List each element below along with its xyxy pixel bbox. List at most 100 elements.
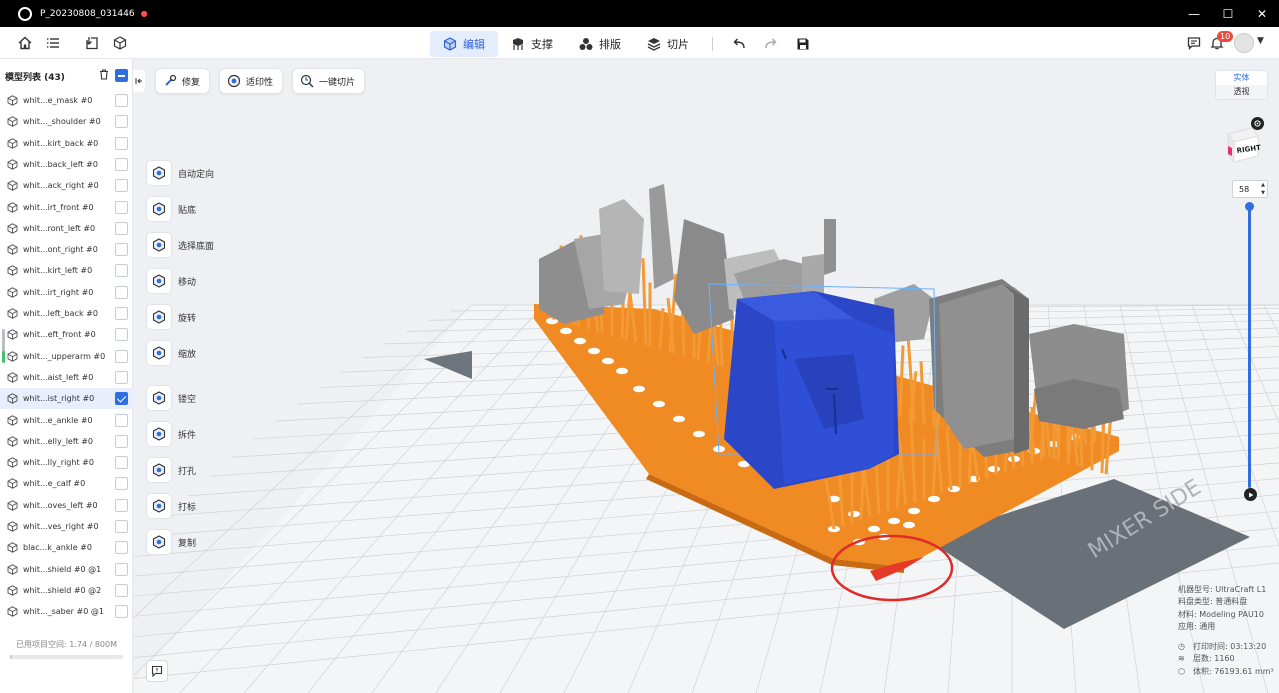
undo-button[interactable] <box>727 32 751 56</box>
tab-edit[interactable]: 编辑 <box>430 31 498 57</box>
close-button[interactable]: ✕ <box>1245 0 1279 27</box>
model-list-item[interactable]: whit...irt_front #0 <box>0 197 133 218</box>
layer-input[interactable]: 58 ▲ ▼ <box>1232 180 1268 198</box>
printability-button[interactable]: 适印性 <box>219 68 284 94</box>
model-checkbox[interactable] <box>115 349 128 363</box>
save-button[interactable] <box>791 32 815 56</box>
model-list-item[interactable]: whit...ves_right #0 <box>0 516 133 537</box>
layer-stepper[interactable]: ▲ ▼ <box>1261 181 1265 197</box>
cube-icon[interactable] <box>112 35 128 51</box>
tab-support[interactable]: 支撑 <box>498 31 566 57</box>
model-checkbox[interactable] <box>115 434 128 448</box>
tool-label[interactable]: 打标 <box>146 493 236 519</box>
solid-view-button[interactable]: 实体 <box>1216 71 1267 85</box>
model-checkbox[interactable] <box>115 562 128 576</box>
model-checkbox[interactable] <box>115 370 128 384</box>
message-icon[interactable] <box>1186 35 1202 51</box>
model-list-item[interactable]: whit...kirt_left #0 <box>0 260 133 281</box>
tool-auto-orient[interactable]: 自动定向 <box>146 160 236 186</box>
model-list-item[interactable]: whit...shield #0 @2 <box>0 580 133 601</box>
model-list-item[interactable]: whit...ont_right #0 <box>0 239 133 260</box>
model-checkbox[interactable] <box>115 392 128 406</box>
model-list-item[interactable]: whit...elly_left #0 <box>0 431 133 452</box>
model-list-item[interactable]: whit...left_back #0 <box>0 303 133 324</box>
3d-viewport[interactable]: MIXER SIDE <box>134 59 1279 693</box>
minimize-button[interactable]: — <box>1177 0 1211 27</box>
model-checkbox[interactable] <box>115 307 128 320</box>
delete-icon[interactable] <box>99 69 109 83</box>
tab-support-label: 支撑 <box>531 38 553 51</box>
feedback-button[interactable] <box>146 660 168 682</box>
repair-button[interactable]: 修复 <box>155 68 211 94</box>
model-list-item[interactable]: whit...aist_left #0 <box>0 367 133 388</box>
model-list-item[interactable]: whit...shield #0 @1 <box>0 559 133 580</box>
model-checkbox[interactable] <box>115 157 128 171</box>
layer-slider-track[interactable] <box>1248 206 1251 488</box>
model-list-item[interactable]: whit...oves_left #0 <box>0 495 133 516</box>
model-name: whit...kirt_left #0 <box>23 266 93 276</box>
tool-move[interactable]: 移动 <box>146 268 236 294</box>
model-list-item[interactable]: whit...kirt_back #0 <box>0 133 133 154</box>
tool-rotate[interactable]: 旋转 <box>146 304 236 330</box>
model-list-item[interactable]: whit...eft_front #0 <box>0 324 133 345</box>
tool-split[interactable]: 拆件 <box>146 421 236 447</box>
tool-hollow[interactable]: 镂空 <box>146 385 236 411</box>
model-checkbox[interactable] <box>115 200 128 214</box>
one-click-slice-button[interactable]: 一键切片 <box>292 68 366 94</box>
tool-scale[interactable]: 缩放 <box>146 340 236 366</box>
model-checkbox[interactable] <box>115 520 128 533</box>
redo-button[interactable] <box>759 32 783 56</box>
model-checkbox[interactable] <box>115 285 128 299</box>
model-checkbox[interactable] <box>115 605 128 619</box>
model-checkbox[interactable] <box>115 94 128 107</box>
tab-layout[interactable]: 排版 <box>566 31 634 57</box>
tool-select-face[interactable]: 选择底面 <box>146 232 236 258</box>
model-list-item[interactable]: whit...ack_right #0 <box>0 175 133 196</box>
tool-lay-flat[interactable]: 贴底 <box>146 196 236 222</box>
model-list-item[interactable]: whit..._shoulder #0 <box>0 111 133 132</box>
model-checkbox[interactable] <box>115 179 128 193</box>
model-checkbox[interactable] <box>115 456 128 470</box>
model-list-item[interactable]: whit...lly_right #0 <box>0 452 133 473</box>
home-icon[interactable] <box>17 35 33 51</box>
model-list-item[interactable]: whit...e_mask #0 <box>0 90 133 111</box>
main-toolbar: 编辑 支撑 排版 切片 <box>0 27 1279 59</box>
model-list-item[interactable]: whit..._saber #0 @1 <box>0 601 133 622</box>
avatar[interactable] <box>1234 33 1254 53</box>
tool-label: 选择底面 <box>178 241 215 252</box>
undo-icon <box>733 38 745 49</box>
model-checkbox[interactable] <box>115 221 128 235</box>
model-checkbox[interactable] <box>115 264 128 278</box>
tool-duplicate[interactable]: 复制 <box>146 529 236 555</box>
model-checkbox[interactable] <box>115 413 128 427</box>
import-icon[interactable] <box>84 35 100 51</box>
model-checkbox[interactable] <box>115 541 128 555</box>
model-checkbox[interactable] <box>115 328 128 342</box>
drill-icon <box>146 457 172 483</box>
locate-icon[interactable] <box>1251 117 1264 130</box>
play-layers-button[interactable] <box>1244 488 1257 501</box>
model-checkbox[interactable] <box>115 477 128 491</box>
model-checkbox[interactable] <box>115 243 128 257</box>
tab-slice[interactable]: 切片 <box>634 31 702 57</box>
chevron-down-icon[interactable]: ▼ <box>1257 36 1264 46</box>
model-checkbox[interactable] <box>115 136 128 150</box>
select-all-checkbox[interactable] <box>115 69 128 82</box>
model-list-item[interactable]: blac...k_ankle #0 <box>0 537 133 558</box>
maximize-button[interactable]: ☐ <box>1211 0 1245 27</box>
model-list-item[interactable]: whit...ist_right #0 <box>0 388 133 410</box>
model-list-item[interactable]: whit...e_ankle #0 <box>0 410 133 431</box>
model-list-item[interactable]: whit...irt_right #0 <box>0 282 133 303</box>
tool-drill[interactable]: 打孔 <box>146 457 236 483</box>
layer-slider-handle[interactable] <box>1245 202 1254 211</box>
model-list-item[interactable]: whit...e_calf #0 <box>0 473 133 494</box>
model-checkbox[interactable] <box>115 115 128 129</box>
model-checkbox[interactable] <box>115 498 128 512</box>
model-list-item[interactable]: whit..._upperarm #0 <box>0 346 133 367</box>
list-icon[interactable] <box>45 35 61 51</box>
model-list-item[interactable]: whit...ront_left #0 <box>0 218 133 239</box>
model-checkbox[interactable] <box>115 583 128 597</box>
model-list-item[interactable]: whit...back_left #0 <box>0 154 133 175</box>
view-cube[interactable]: RIGHT <box>1224 126 1262 164</box>
perspective-view-button[interactable]: 透视 <box>1216 85 1267 99</box>
